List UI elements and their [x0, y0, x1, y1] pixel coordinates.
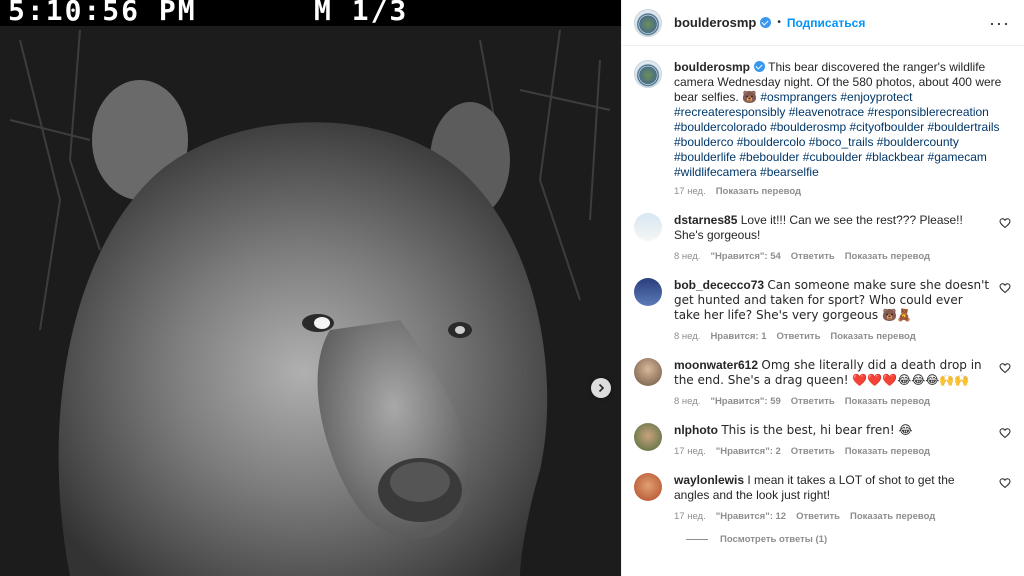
comment-time[interactable]: 8 нед.: [674, 331, 700, 342]
comment-username[interactable]: moonwater612: [674, 358, 758, 372]
post-header: boulderosmp • Подписаться ···: [622, 0, 1024, 46]
camera-timestamp: 5:10:56 PM: [8, 0, 197, 27]
avatar[interactable]: [634, 278, 662, 306]
post-viewer: 5:10:56 PM M 1/3 boulderosmp • Подписать…: [0, 0, 1024, 576]
comment-item: moonwater612 Omg she literally did a dea…: [634, 358, 1012, 407]
view-replies-button[interactable]: Посмотреть ответы (1): [634, 534, 1012, 545]
avatar[interactable]: [634, 473, 662, 501]
more-horizontal-icon[interactable]: ···: [989, 14, 1010, 32]
chevron-right-icon: [598, 383, 605, 393]
comment-time[interactable]: 17 нед.: [674, 511, 706, 522]
reply-button[interactable]: Ответить: [791, 251, 835, 262]
translate-button[interactable]: Показать перевод: [845, 396, 930, 407]
reply-button[interactable]: Ответить: [791, 446, 835, 457]
comment-time[interactable]: 8 нед.: [674, 396, 700, 407]
replies-divider: [686, 539, 708, 540]
avatar[interactable]: [634, 60, 662, 88]
caption-username[interactable]: boulderosmp: [674, 60, 750, 74]
separator-dot: •: [777, 17, 781, 28]
reply-button[interactable]: Ответить: [791, 396, 835, 407]
likes-count[interactable]: "Нравится": 12: [716, 511, 786, 522]
reply-button[interactable]: Ответить: [777, 331, 821, 342]
header-username[interactable]: boulderosmp: [674, 15, 756, 30]
comment-item: nlphoto This is the best, hi bear fren! …: [634, 423, 1012, 457]
post-side-panel: boulderosmp • Подписаться ··· boulderosm…: [621, 0, 1024, 576]
heart-icon[interactable]: [998, 217, 1012, 229]
verified-badge-icon: [754, 61, 766, 72]
comment-item: bob_dececco73 Can someone make sure she …: [634, 278, 1012, 342]
heart-icon[interactable]: [998, 427, 1012, 439]
translate-button[interactable]: Показать перевод: [845, 446, 930, 457]
comment-item: dstarnes85 Love it!!! Can we see the res…: [634, 213, 1012, 262]
next-photo-button[interactable]: [591, 378, 611, 398]
translate-button[interactable]: Показать перевод: [716, 186, 801, 197]
translate-button[interactable]: Показать перевод: [830, 331, 915, 342]
post-photo: 5:10:56 PM M 1/3: [0, 0, 621, 576]
comment-item: waylonlewis I mean it takes a LOT of sho…: [634, 473, 1012, 522]
avatar[interactable]: [634, 8, 662, 37]
reply-button[interactable]: Ответить: [796, 511, 840, 522]
heart-icon[interactable]: [998, 282, 1012, 294]
likes-count[interactable]: "Нравится": 59: [710, 396, 780, 407]
translate-button[interactable]: Показать перевод: [850, 511, 935, 522]
post-caption: boulderosmp This bear discovered the ran…: [634, 60, 1012, 197]
translate-button[interactable]: Показать перевод: [845, 251, 930, 262]
bear-head: [58, 80, 548, 576]
avatar[interactable]: [634, 423, 662, 451]
heart-icon[interactable]: [998, 362, 1012, 374]
likes-count[interactable]: "Нравится": 54: [710, 251, 780, 262]
comment-username[interactable]: bob_dececco73: [674, 278, 764, 292]
avatar[interactable]: [634, 358, 662, 386]
camera-frame-counter: M 1/3: [314, 0, 409, 27]
caption-time[interactable]: 17 нед.: [674, 186, 706, 197]
comment-text: This is the best, hi bear fren! 😂: [721, 423, 913, 437]
forest-background: [0, 0, 621, 576]
heart-icon[interactable]: [998, 477, 1012, 489]
likes-count[interactable]: Нравится: 1: [710, 331, 766, 342]
verified-badge-icon: [760, 17, 772, 28]
comment-username[interactable]: dstarnes85: [674, 213, 737, 227]
comment-time[interactable]: 17 нед.: [674, 446, 706, 457]
view-replies-label[interactable]: Посмотреть ответы (1): [720, 534, 827, 545]
likes-count[interactable]: "Нравится": 2: [716, 446, 781, 457]
comment-username[interactable]: nlphoto: [674, 423, 718, 437]
avatar[interactable]: [634, 213, 662, 241]
follow-button[interactable]: Подписаться: [787, 16, 865, 30]
comment-username[interactable]: waylonlewis: [674, 473, 744, 487]
comments-feed: boulderosmp This bear discovered the ran…: [622, 46, 1024, 576]
comment-time[interactable]: 8 нед.: [674, 251, 700, 262]
